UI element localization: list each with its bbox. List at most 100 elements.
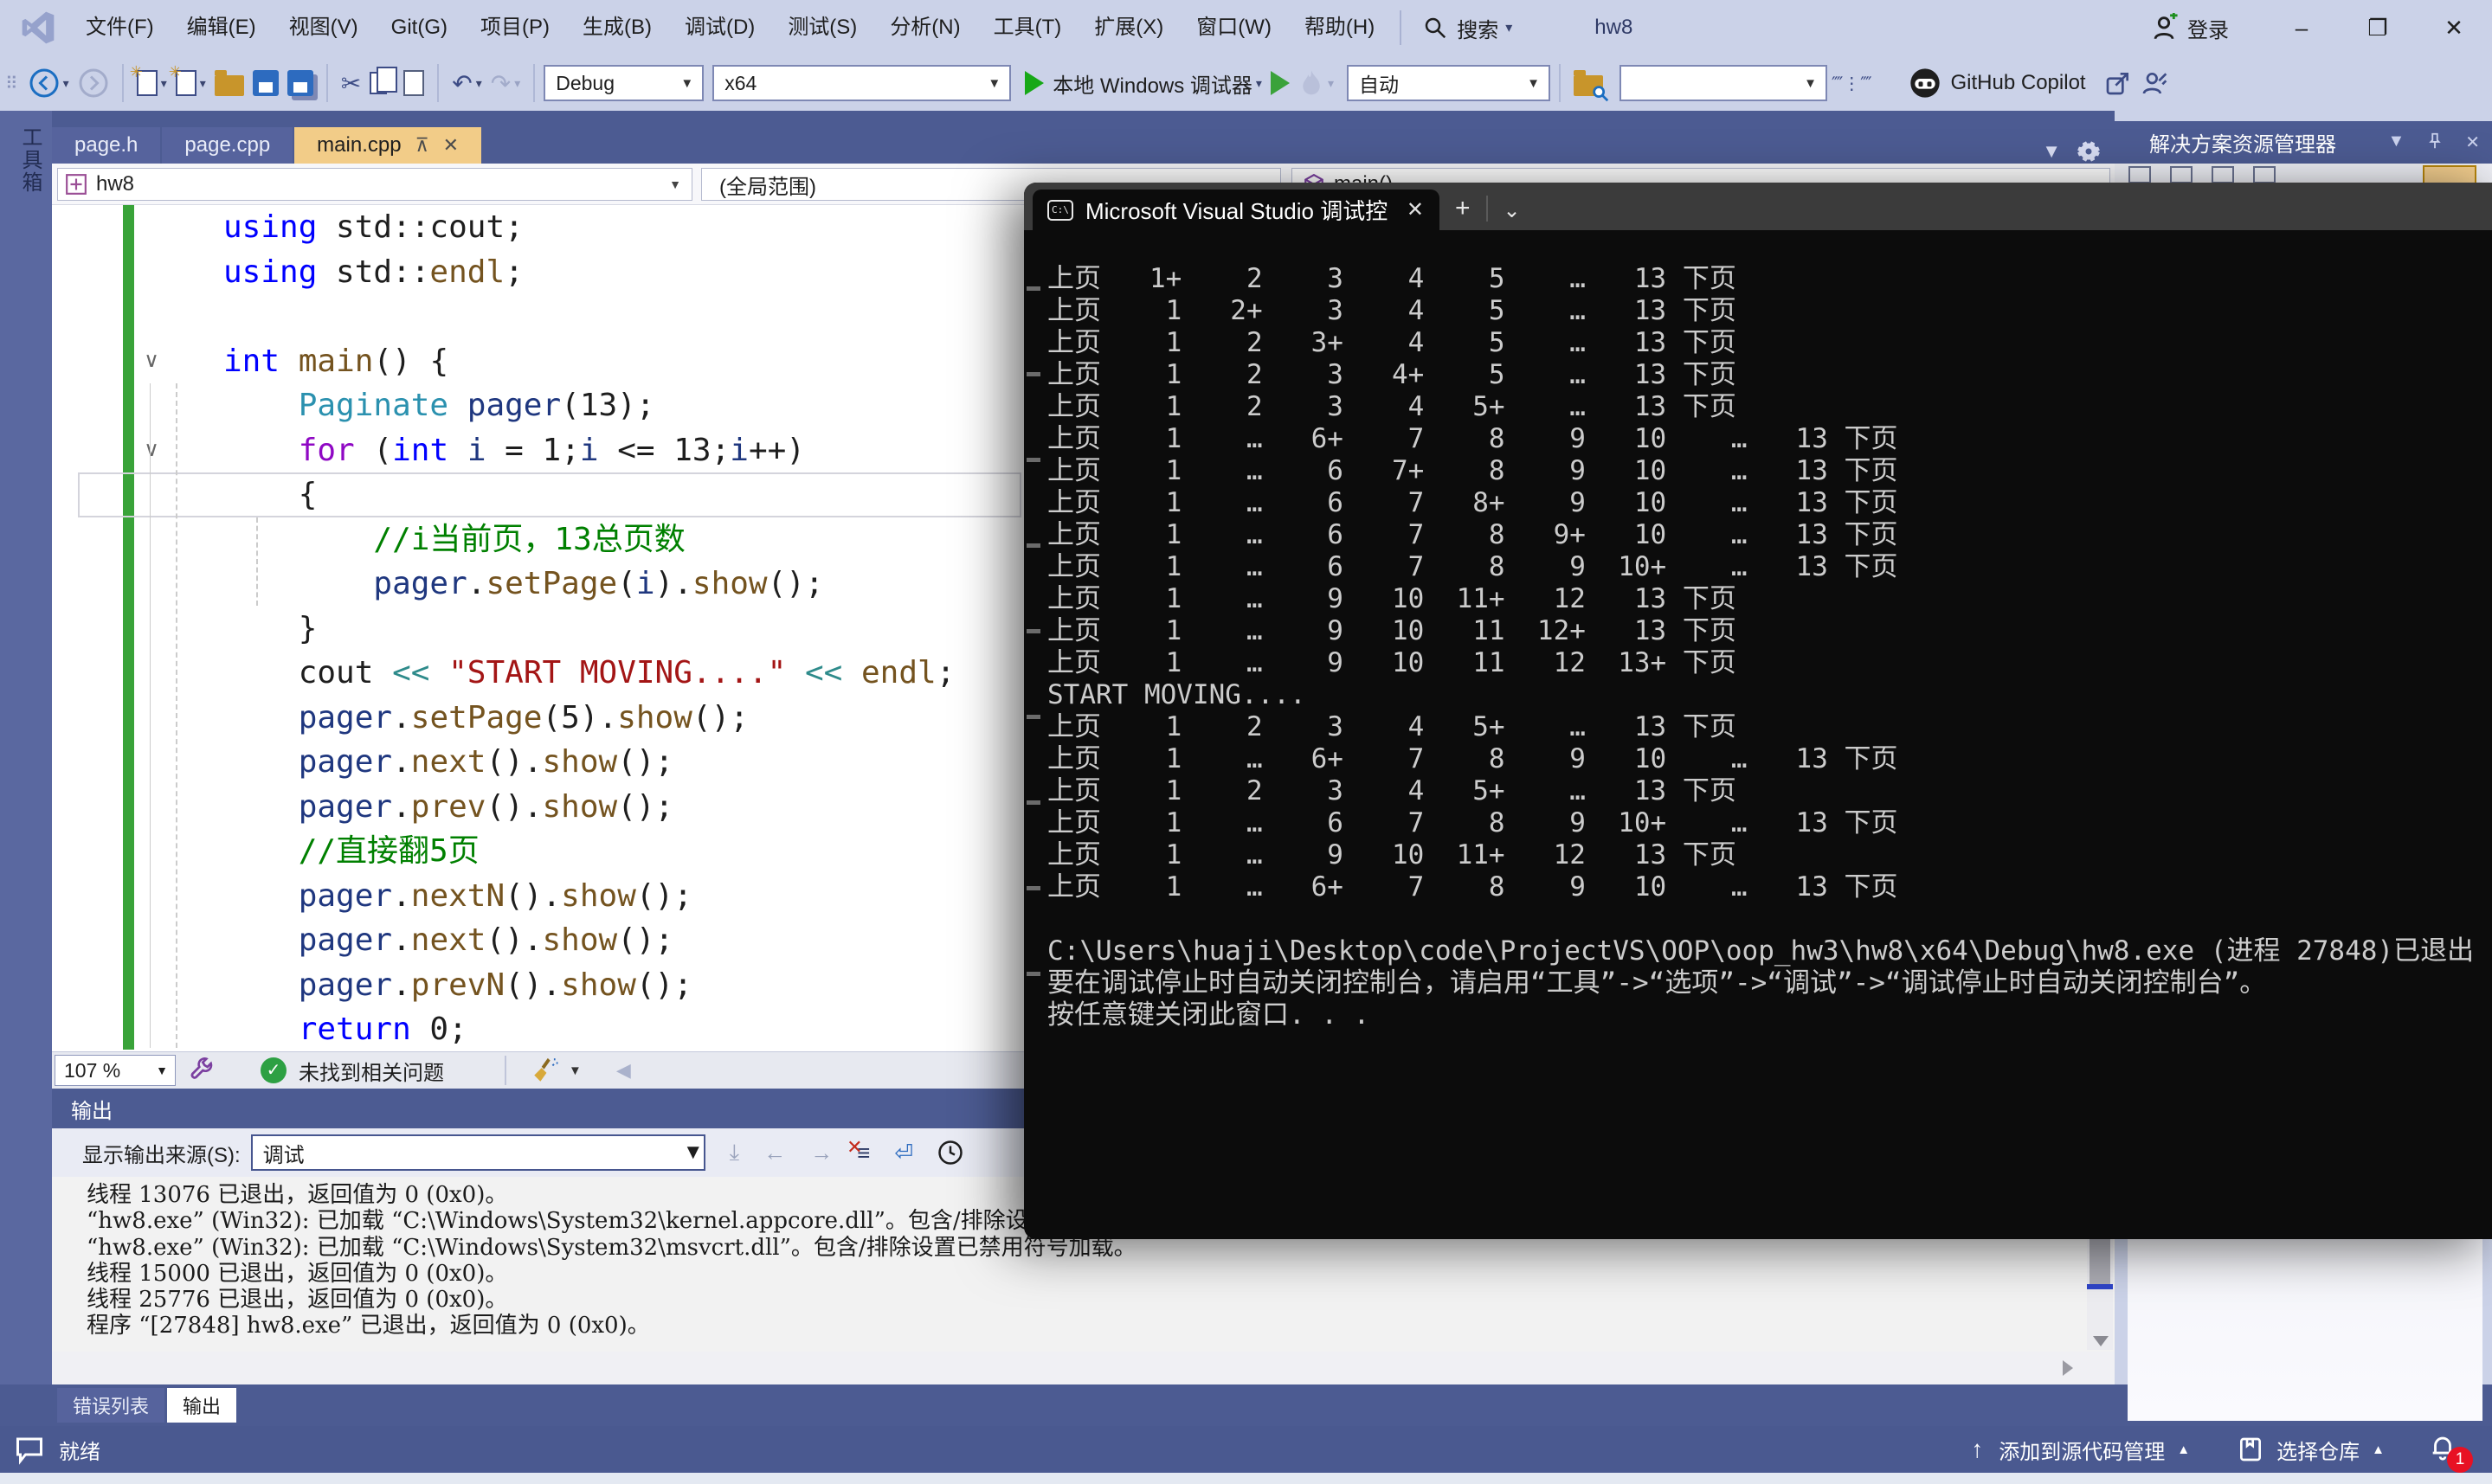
zoom-dropdown[interactable]: 107 % ▼ — [55, 1055, 176, 1086]
auto-dropdown[interactable]: 自动▼ — [1347, 65, 1550, 101]
start-debugging-button[interactable]: 本地 Windows 调试器 ▾ — [1025, 66, 1262, 100]
share-button[interactable] — [2104, 66, 2132, 100]
save-button[interactable] — [253, 66, 279, 100]
cleanup-caret-icon[interactable]: ▼ — [569, 1063, 582, 1078]
clear-all-icon[interactable]: ≡✕ — [857, 1140, 870, 1166]
code-line: //i当前页，13总页数 — [223, 517, 955, 562]
editor-tab-page.cpp[interactable]: page.cpp — [162, 127, 293, 164]
se-close-icon[interactable]: ✕ — [2465, 132, 2480, 153]
console-tab-close-icon[interactable]: ✕ — [1391, 197, 1439, 222]
menu-item[interactable]: 编辑(E) — [171, 0, 273, 55]
indent-tools-icon[interactable]: ⁗⋮⁗ — [1832, 66, 1872, 100]
minimize-button[interactable]: – — [2263, 0, 2340, 55]
se-active-tool-highlight[interactable] — [2423, 165, 2476, 184]
new-file-button[interactable]: ✳▾ — [176, 66, 206, 100]
tab-close-icon[interactable]: ✕ — [443, 134, 459, 157]
menu-item[interactable]: 工具(T) — [977, 0, 1079, 55]
menu-item[interactable]: 窗口(W) — [1180, 0, 1288, 55]
toolbox-vertical-tab[interactable]: 工具箱 — [7, 126, 45, 239]
close-button[interactable]: ✕ — [2416, 0, 2492, 55]
se-tool-icon[interactable] — [2212, 166, 2234, 183]
undo-button[interactable]: ↶▾ — [452, 66, 482, 100]
menu-item[interactable]: 项目(P) — [464, 0, 566, 55]
health-wrench-icon[interactable] — [188, 1057, 216, 1084]
feedback-button[interactable] — [2141, 66, 2168, 100]
pin-icon[interactable]: ⊼ — [415, 134, 429, 157]
solution-config-dropdown[interactable]: Debug▼ — [544, 65, 704, 101]
console-new-tab-button[interactable]: + — [1455, 194, 1471, 223]
hot-reload-button[interactable]: ▾ — [1298, 66, 1334, 100]
notifications-button[interactable]: 1 — [2428, 1432, 2457, 1468]
se-caret-icon[interactable]: ▼ — [2387, 132, 2405, 153]
tab-output[interactable]: 输出 — [167, 1388, 236, 1423]
menu-item[interactable]: 视图(V) — [273, 0, 375, 55]
menu-item[interactable]: 帮助(H) — [1288, 0, 1391, 55]
navigate-back-button[interactable]: ▾ — [29, 66, 69, 100]
fold-collapse-icon[interactable]: ∨ — [138, 348, 164, 373]
project-dropdown[interactable]: hw8 ▼ — [57, 168, 692, 201]
github-copilot-button[interactable]: GitHub Copilot — [1908, 66, 2086, 100]
menu-item[interactable]: 扩展(X) — [1078, 0, 1180, 55]
menu-item[interactable]: 分析(N) — [873, 0, 976, 55]
code-line: pager.next().show(); — [223, 740, 955, 785]
menu-item[interactable]: Git(G) — [375, 0, 464, 55]
back-arrow-icon — [29, 67, 60, 99]
tab-error-list[interactable]: 错误列表 — [57, 1388, 164, 1423]
scc-up-arrow-icon: ↑ — [1971, 1436, 1983, 1463]
copy-button[interactable] — [370, 66, 387, 100]
search-dropdown[interactable]: ▼ — [1619, 65, 1827, 101]
paste-button[interactable] — [403, 66, 424, 100]
console-dropdown-icon[interactable]: ⌄ — [1504, 198, 1521, 223]
cut-button[interactable]: ✂ — [341, 66, 361, 100]
scc-caret-icon[interactable]: ▲ — [2177, 1442, 2190, 1457]
menu-item[interactable]: 生成(B) — [566, 0, 668, 55]
scroll-right-arrow-icon[interactable] — [2063, 1360, 2073, 1376]
find-in-files-button[interactable] — [1574, 66, 1603, 100]
editor-tab-main.cpp[interactable]: main.cpp⊼✕ — [294, 127, 481, 164]
se-tool-icon[interactable] — [2253, 166, 2276, 183]
code-line: int main() { — [223, 339, 955, 384]
next-message-icon[interactable]: → — [810, 1140, 833, 1166]
repo-caret-icon[interactable]: ▲ — [2372, 1442, 2385, 1457]
search-control[interactable]: 搜索 ▾ — [1422, 13, 1512, 43]
pin-icon[interactable] — [2425, 132, 2444, 151]
solution-explorer-title[interactable]: 解决方案资源管理器 ▼ ✕ — [2115, 121, 2492, 164]
scroll-down-arrow-icon[interactable] — [2093, 1336, 2109, 1346]
add-to-source-control-button[interactable]: 添加到源代码管理 — [1999, 1435, 2165, 1465]
start-without-debugging-button[interactable] — [1271, 66, 1290, 100]
prev-change-arrow-icon[interactable]: ◀ — [616, 1059, 631, 1082]
console-tab[interactable]: C:\ Microsoft Visual Studio 调试控 ✕ — [1033, 190, 1439, 230]
word-wrap-icon[interactable]: ⏎ — [894, 1140, 913, 1166]
navigate-forward-button[interactable] — [78, 66, 109, 100]
tab-list-caret-icon[interactable]: ▼ — [2042, 140, 2061, 163]
share-icon — [2104, 69, 2132, 97]
solution-platform-dropdown[interactable]: x64▼ — [712, 65, 1011, 101]
redo-button[interactable]: ↷▾ — [491, 66, 521, 100]
open-file-button[interactable] — [215, 66, 244, 100]
debug-console-window[interactable]: C:\ Microsoft Visual Studio 调试控 ✕ + ⌄ 上页… — [1024, 183, 2492, 1239]
select-repository-button[interactable]: 选择仓库 — [2276, 1435, 2360, 1465]
status-bar: 就绪 ↑ 添加到源代码管理 ▲ 选择仓库 ▲ 1 — [0, 1426, 2492, 1473]
scrollbar-thumb[interactable] — [2090, 1239, 2110, 1284]
se-tool-icon[interactable] — [2170, 166, 2193, 183]
feedback-bubble-icon[interactable] — [14, 1434, 45, 1465]
code-cleanup-broom-icon[interactable] — [531, 1056, 560, 1085]
output-source-dropdown[interactable]: 调试 ▼ — [251, 1134, 705, 1171]
menu-item[interactable]: 文件(F) — [69, 0, 171, 55]
editor-tab-page.h[interactable]: page.h — [52, 127, 160, 164]
new-project-button[interactable]: ✳▾ — [137, 66, 167, 100]
fold-collapse-icon[interactable]: ∨ — [138, 437, 164, 462]
menu-item[interactable]: 调试(D) — [668, 0, 771, 55]
prev-message-icon[interactable]: ← — [763, 1140, 786, 1166]
se-tool-icon[interactable] — [2128, 166, 2151, 183]
output-horizontal-scrollbar[interactable] — [52, 1352, 2115, 1384]
gear-icon[interactable] — [2077, 139, 2101, 164]
goto-message-icon[interactable]: ⤓ — [730, 1139, 740, 1166]
timestamp-clock-icon[interactable] — [937, 1140, 963, 1166]
maximize-button[interactable]: ❐ — [2340, 0, 2416, 55]
solution-platform-value: x64 — [724, 72, 979, 95]
save-all-button[interactable] — [287, 66, 313, 100]
menu-item[interactable]: 测试(S) — [771, 0, 873, 55]
sign-in-button[interactable]: 登录 — [2149, 13, 2229, 43]
paste-icon — [403, 70, 424, 96]
